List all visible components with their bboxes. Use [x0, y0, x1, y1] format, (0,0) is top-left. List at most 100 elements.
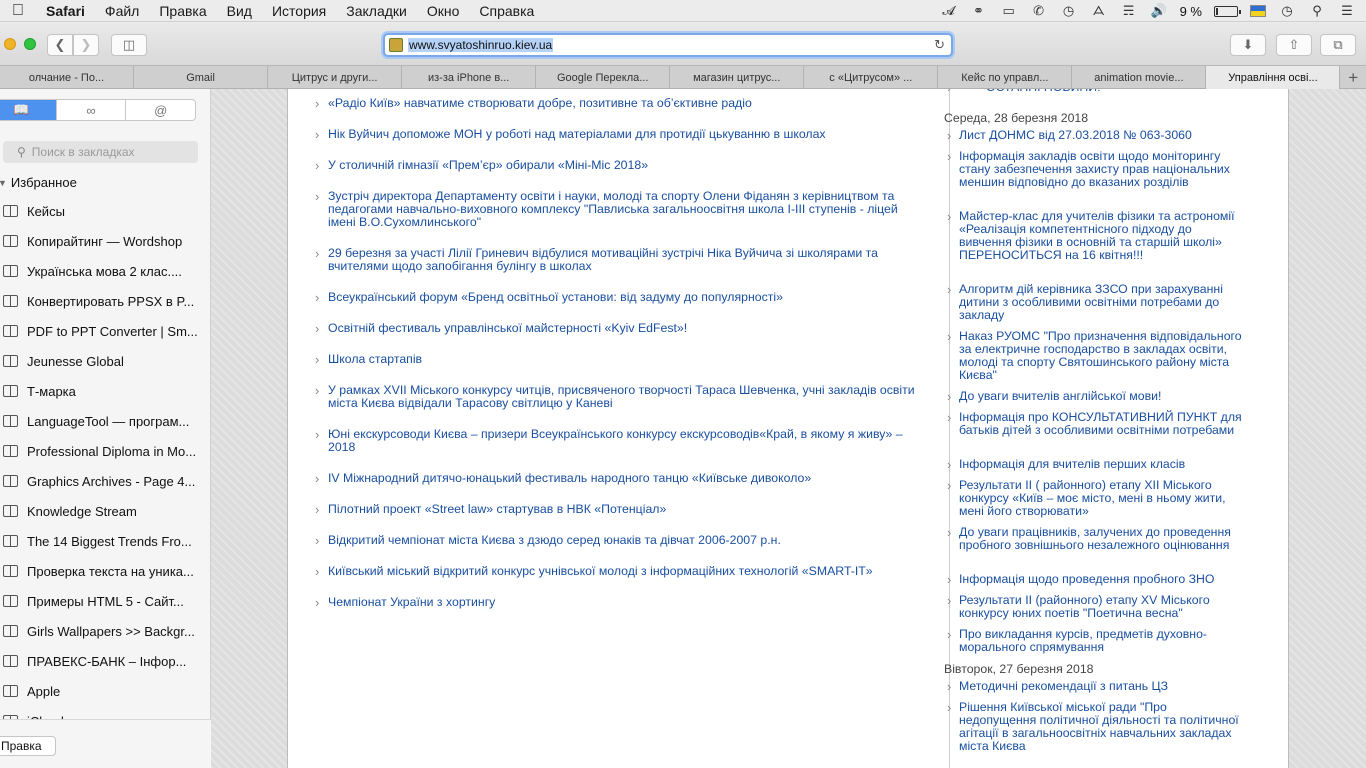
news-link[interactable]: Освітній фестиваль управлінської майстер… [315, 322, 915, 353]
bookmark-item[interactable]: Knowledge Stream [0, 496, 211, 526]
creative-cloud-icon[interactable]: ⚭ [970, 4, 988, 18]
tab-item[interactable]: из-за iPhone в... [402, 66, 537, 89]
tab-item[interactable]: Google Перекла... [536, 66, 671, 89]
scribble-icon[interactable]: 𝓐 [940, 4, 958, 18]
tab-item[interactable]: магазин цитрус... [670, 66, 805, 89]
address-bar[interactable]: www.svyatoshinruo.kiev.ua ↻ [383, 33, 953, 57]
bookmarks-search-input[interactable]: ⚲ Поиск в закладках [3, 141, 198, 163]
time-machine-icon[interactable]: ◷ [1060, 4, 1078, 18]
apple-menu-icon[interactable]:  [0, 2, 36, 20]
downloads-button[interactable]: ⬇ [1230, 34, 1266, 56]
new-tab-plus-icon[interactable]: + [1340, 66, 1365, 89]
menu-file[interactable]: Файл [95, 3, 149, 19]
news-link[interactable]: IV Міжнародний дитячо-юнацький фестиваль… [315, 472, 915, 503]
bookmark-item[interactable]: iCloud [0, 706, 211, 719]
side-news-link[interactable]: Інформація щодо проведення пробного ЗНО [944, 573, 1244, 594]
bookmark-item[interactable]: The 14 Biggest Trends Fro... [0, 526, 211, 556]
wifi-icon[interactable]: ☴ [1120, 4, 1138, 18]
bookmark-item[interactable]: Т-марка [0, 376, 211, 406]
news-link[interactable]: Чемпіонат України з хортингу [315, 596, 915, 627]
clock-icon[interactable]: ◷ [1278, 4, 1296, 18]
news-link[interactable]: Київський міський відкритий конкурс учні… [315, 565, 915, 596]
side-news-link[interactable]: Майстер-клас для учителів фізики та астр… [944, 210, 1244, 283]
forward-button[interactable]: ❯ [73, 34, 99, 56]
bookmark-item[interactable]: Копирайтинг — Wordshop [0, 226, 211, 256]
news-link[interactable]: Відкритий чемпіонат міста Києва з дзюдо … [315, 534, 915, 565]
latest-news-heading[interactable]: ОСТАННІ НОВИНИ! [944, 89, 1244, 98]
side-news-link[interactable]: До уваги вчителів англійської мови! [944, 390, 1244, 411]
bookmark-item[interactable]: Примеры HTML 5 - Сайт... [0, 586, 211, 616]
volume-icon[interactable]: 🔊 [1150, 4, 1168, 18]
edit-bookmarks-button[interactable]: Правка [0, 736, 56, 756]
reading-list-tab[interactable]: ∞ [57, 100, 127, 120]
bookmark-item[interactable]: PDF to PPT Converter | Sm... [0, 316, 211, 346]
menu-edit[interactable]: Правка [149, 3, 216, 19]
zoom-window-button[interactable] [24, 38, 36, 50]
side-news-link[interactable]: Наказ РУОМС "Про призначення відповідаль… [944, 330, 1244, 390]
bookmark-item[interactable]: Кейсы [0, 196, 211, 226]
sidebar-toggle-button[interactable]: ◫ [111, 34, 147, 56]
side-news-link[interactable]: Методичні рекомендації з питань ЦЗ [944, 680, 1244, 701]
menu-app-safari[interactable]: Safari [36, 3, 95, 19]
reload-icon[interactable]: ↻ [934, 37, 945, 53]
news-link[interactable]: Всеукраїнський форум «Бренд освітньої ус… [315, 291, 915, 322]
side-news-link[interactable]: Інформація закладів освіти щодо монітори… [944, 150, 1244, 210]
news-link[interactable]: Школа стартапів [315, 353, 915, 384]
menu-bookmarks[interactable]: Закладки [336, 3, 417, 19]
menu-help[interactable]: Справка [469, 3, 544, 19]
side-news-link[interactable]: Про викладання курсів, предметів духовно… [944, 628, 1244, 662]
spotlight-search-icon[interactable]: ⚲ [1308, 4, 1326, 18]
back-button[interactable]: ❮ [47, 34, 73, 56]
news-link[interactable]: Нік Вуйчич допоможе МОН у роботі над мат… [315, 128, 915, 159]
bookmark-item[interactable]: Проверка текста на уника... [0, 556, 211, 586]
bookmark-item[interactable]: Українська мова 2 клас.... [0, 256, 211, 286]
battery-percent[interactable]: 9 % [1180, 4, 1202, 19]
side-news-link[interactable]: Алгоритм дій керівника ЗЗСО при зарахува… [944, 283, 1244, 330]
favorites-folder[interactable]: ▼ Избранное [0, 175, 77, 190]
bookmark-item[interactable]: Конвертировать PPSX в P... [0, 286, 211, 316]
airplay-icon[interactable]: ▭ [1000, 4, 1018, 18]
show-tabs-button[interactable]: ⧉ [1320, 34, 1356, 56]
bookmark-item[interactable]: Jeunesse Global [0, 346, 211, 376]
bookmark-item[interactable]: Professional Diploma in Mo... [0, 436, 211, 466]
menu-view[interactable]: Вид [217, 3, 262, 19]
news-link[interactable]: Юні екскурсоводи Києва – призери Всеукра… [315, 428, 915, 472]
side-news-link[interactable]: Лист ДОНМС від 27.03.2018 № 063-3060 [944, 129, 1244, 150]
shared-links-tab[interactable]: @ [126, 100, 195, 120]
tab-item[interactable]: Кейс по управл... [938, 66, 1073, 89]
bookmark-item[interactable]: ПРАВЕКС-БАНК – Інфор... [0, 646, 211, 676]
side-news-link[interactable]: Інформація про КОНСУЛЬТАТИВНИЙ ПУНКТ для… [944, 411, 1244, 458]
news-link[interactable]: Зустріч директора Департаменту освіти і … [315, 190, 915, 247]
notification-center-icon[interactable]: ☰ [1338, 4, 1356, 18]
minimize-window-button[interactable] [4, 38, 16, 50]
news-link[interactable]: У рамках XVII Міського конкурсу читців, … [315, 384, 915, 428]
side-news-link[interactable]: Результати II (районного) етапу XV Міськ… [944, 594, 1244, 628]
bookmarks-tab[interactable]: 📖 [0, 100, 57, 120]
tab-item[interactable]: Цитрус и други... [268, 66, 403, 89]
news-link[interactable]: Пілотний проект «Street law» стартував в… [315, 503, 915, 534]
tab-item-active[interactable]: Управління осві... [1206, 66, 1341, 89]
news-link[interactable]: У столичній гімназії «Прем’єр» обирали «… [315, 159, 915, 190]
bookmark-item[interactable]: Apple [0, 676, 211, 706]
share-button[interactable]: ⇧ [1276, 34, 1312, 56]
news-link[interactable]: «Радіо Київ» навчатиме створювати добре,… [315, 97, 915, 128]
menu-history[interactable]: История [262, 3, 336, 19]
battery-icon[interactable] [1214, 5, 1241, 17]
bluetooth-icon[interactable]: ᗋ [1090, 4, 1108, 18]
side-news-link[interactable]: Інформація для вчителів перших класів [944, 458, 1244, 479]
side-news-link[interactable]: Результати II ( районного) етапу XII Міс… [944, 479, 1244, 526]
tab-item[interactable]: Gmail [134, 66, 269, 89]
side-news-link[interactable]: До уваги працівників, залучених до прове… [944, 526, 1244, 573]
tab-item[interactable]: с «Цитрусом» ... [804, 66, 939, 89]
disclosure-triangle-icon[interactable]: ▼ [0, 178, 7, 188]
bookmark-item[interactable]: Graphics Archives - Page 4... [0, 466, 211, 496]
menu-window[interactable]: Окно [417, 3, 470, 19]
tab-item[interactable]: animation movie... [1072, 66, 1207, 89]
phone-icon[interactable]: ✆ [1030, 4, 1048, 18]
input-source-flag-icon[interactable] [1250, 5, 1266, 17]
side-news-link[interactable]: Рішення Київської міської ради "Про недо… [944, 701, 1244, 761]
bookmark-item[interactable]: Girls Wallpapers >> Backgr... [0, 616, 211, 646]
bookmark-item[interactable]: LanguageTool — програм... [0, 406, 211, 436]
url-text[interactable]: www.svyatoshinruo.kiev.ua [408, 38, 554, 52]
tab-item[interactable]: олчание - По... [0, 66, 135, 89]
